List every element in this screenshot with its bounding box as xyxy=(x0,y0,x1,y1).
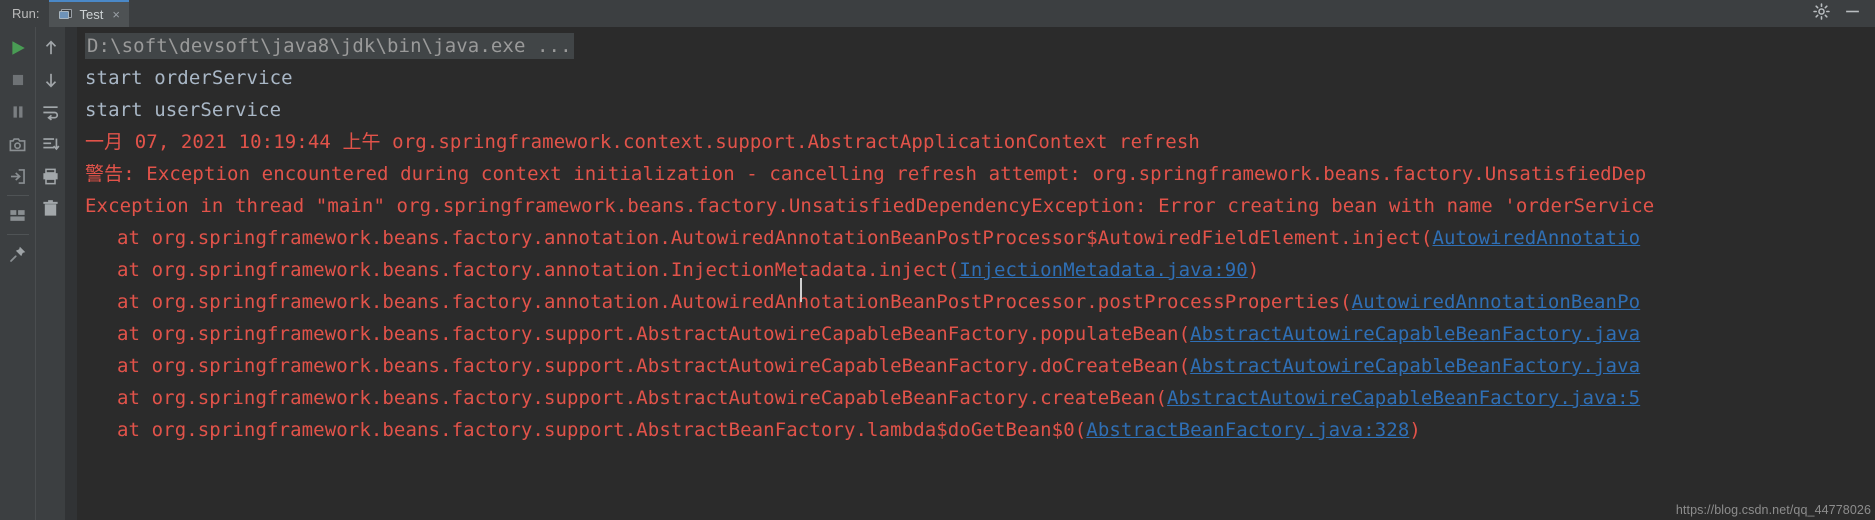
source-link[interactable]: AbstractAutowireCapableBeanFactory.java xyxy=(1190,323,1640,345)
stack-frame-text: at org.springframework.beans.factory.ann… xyxy=(117,291,1352,313)
source-link[interactable]: InjectionMetadata.java:90 xyxy=(959,259,1247,281)
tab-label: Test xyxy=(79,7,104,22)
console-output[interactable]: D:\soft\devsoft\java8\jdk\bin\java.exe .… xyxy=(65,27,1875,520)
pin-button[interactable] xyxy=(4,238,32,270)
layout-button[interactable] xyxy=(4,199,32,231)
print-button[interactable] xyxy=(37,160,65,192)
scroll-up-button[interactable] xyxy=(37,32,65,64)
tabbar-spacer xyxy=(128,0,1813,27)
scroll-to-end-button[interactable] xyxy=(37,128,65,160)
source-link[interactable]: AbstractBeanFactory.java:328 xyxy=(1086,419,1409,441)
toolbar-divider-1 xyxy=(6,195,29,196)
source-link[interactable]: AutowiredAnnotatio xyxy=(1432,227,1640,249)
run-toolbar-left xyxy=(0,27,35,520)
console-line-exception: Exception in thread "main" org.springfra… xyxy=(85,195,1655,217)
stack-frame-text: at org.springframework.beans.factory.ann… xyxy=(117,259,960,281)
stack-frame-text: at org.springframework.beans.factory.ann… xyxy=(117,227,1433,249)
command-text: D:\soft\devsoft\java8\jdk\bin\java.exe .… xyxy=(85,33,574,59)
stack-frame-tail: ) xyxy=(1409,419,1421,441)
stack-trace-row: at org.springframework.beans.factory.ann… xyxy=(65,254,1875,286)
stack-frame-text: at org.springframework.beans.factory.sup… xyxy=(117,323,1191,345)
pause-button[interactable] xyxy=(4,96,32,128)
rerun-button[interactable] xyxy=(4,32,32,64)
run-toolbar-right xyxy=(35,27,65,520)
stop-button[interactable] xyxy=(4,64,32,96)
screenshot-button[interactable] xyxy=(4,128,32,160)
console-line-warn-header: 一月 07, 2021 10:19:44 上午 org.springframew… xyxy=(85,131,1200,153)
stack-trace-row: at org.springframework.beans.factory.sup… xyxy=(65,350,1875,382)
stack-frame-text: at org.springframework.beans.factory.sup… xyxy=(117,387,1168,409)
stack-frame-text: at org.springframework.beans.factory.sup… xyxy=(117,355,1191,377)
scroll-down-button[interactable] xyxy=(37,64,65,96)
close-icon[interactable]: × xyxy=(112,8,120,21)
clear-all-button[interactable] xyxy=(37,192,65,224)
console-line-warn-body: 警告: Exception encountered during context… xyxy=(85,163,1647,185)
source-link[interactable]: AbstractAutowireCapableBeanFactory.java xyxy=(1190,355,1640,377)
run-tool-window-header: Run: Test × xyxy=(0,0,1875,27)
tabbar-actions xyxy=(1813,0,1875,27)
stack-trace-row: at org.springframework.beans.factory.sup… xyxy=(65,318,1875,350)
run-console-window: Run: Test × D:\soft\devsoft\java8\jdk\bi… xyxy=(0,0,1875,520)
stack-trace-row: at org.springframework.beans.factory.sup… xyxy=(65,414,1875,446)
console-line-command: D:\soft\devsoft\java8\jdk\bin\java.exe .… xyxy=(65,30,1875,62)
tab-test[interactable]: Test × xyxy=(49,0,129,27)
stack-trace-row: at org.springframework.beans.factory.ann… xyxy=(65,222,1875,254)
stack-frame-tail: ) xyxy=(1247,259,1260,281)
stack-frame-text: at org.springframework.beans.factory.sup… xyxy=(117,419,1087,441)
source-link[interactable]: AutowiredAnnotationBeanPo xyxy=(1352,291,1640,313)
console-body: D:\soft\devsoft\java8\jdk\bin\java.exe .… xyxy=(0,27,1875,520)
source-link[interactable]: AbstractAutowireCapableBeanFactory.java:… xyxy=(1167,387,1640,409)
toolbar-divider-2 xyxy=(6,234,29,235)
run-configuration-icon xyxy=(59,8,73,21)
fold-gutter xyxy=(65,27,77,520)
console-line-stdout-1: start orderService xyxy=(85,67,293,89)
export-button[interactable] xyxy=(4,160,32,192)
stack-trace-row: at org.springframework.beans.factory.sup… xyxy=(65,382,1875,414)
stack-trace-row: at org.springframework.beans.factory.ann… xyxy=(65,286,1875,318)
minimize-icon[interactable] xyxy=(1844,3,1861,24)
settings-gear-icon[interactable] xyxy=(1813,3,1830,24)
watermark-url: https://blog.csdn.net/qq_44778026 xyxy=(1675,503,1871,517)
text-caret xyxy=(800,278,802,302)
soft-wrap-button[interactable] xyxy=(37,96,65,128)
console-line-stdout-2: start userService xyxy=(85,99,282,121)
run-label: Run: xyxy=(0,0,50,27)
